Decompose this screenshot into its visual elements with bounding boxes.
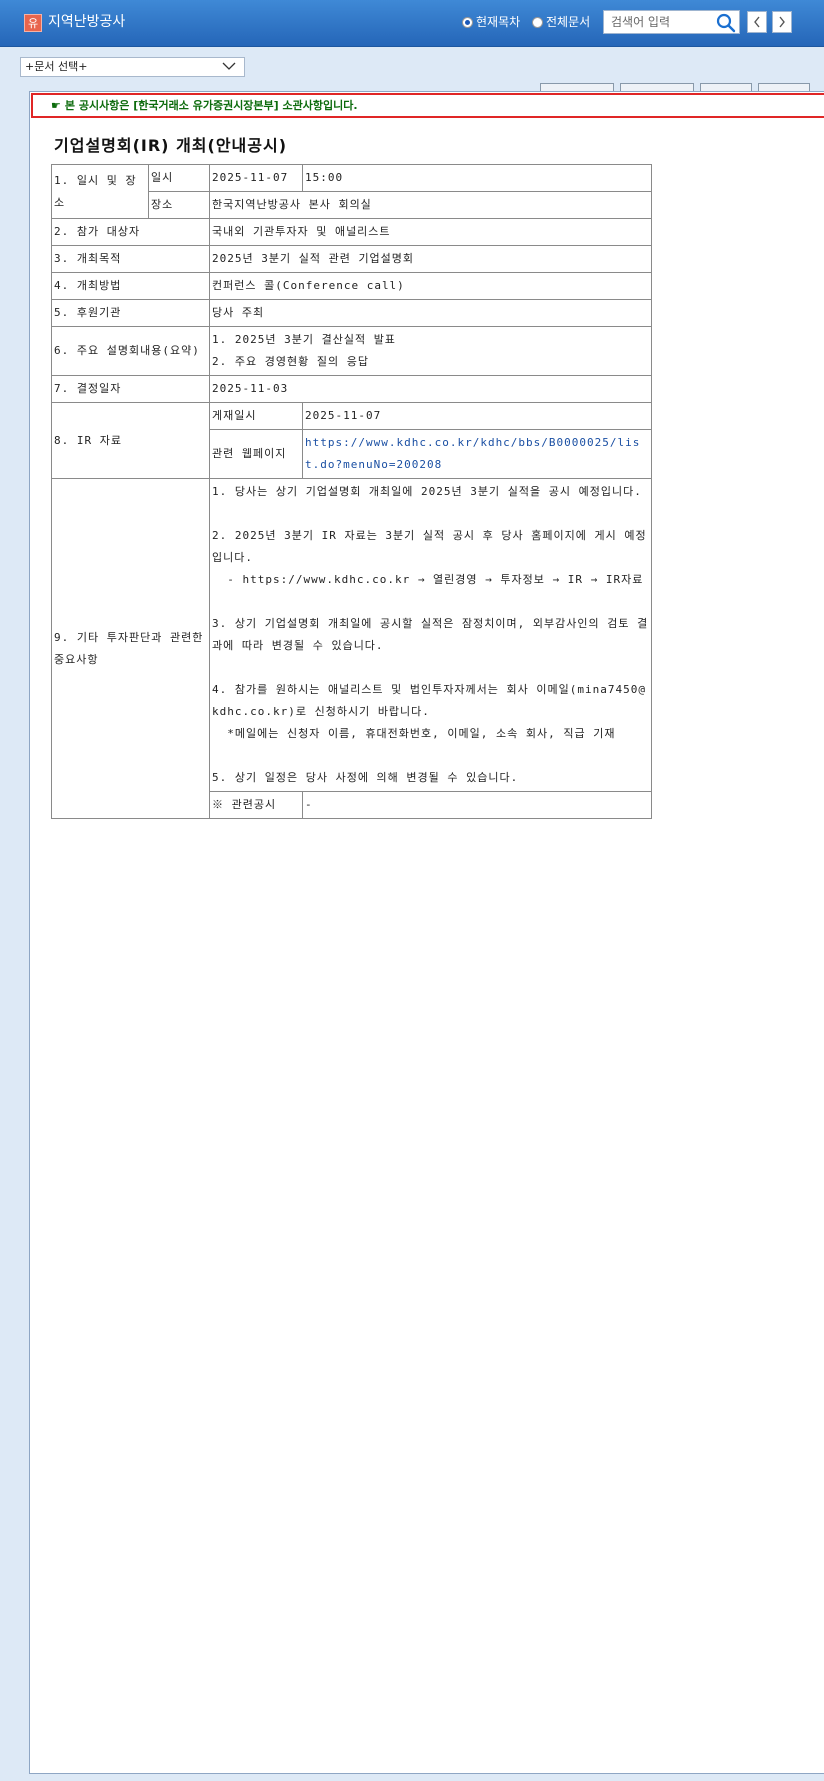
note-line: *메일에는 신청자 이름, 휴대전화번호, 이메일, 소속 회사, 직급 기재 [212, 727, 616, 740]
top-bar: 유 지역난방공사 현재목차 전체문서 [0, 0, 824, 47]
table-row: 4. 개최방법 컨퍼런스 콜(Conference call) [51, 272, 652, 300]
decision-date-value: 2025-11-03 [209, 375, 652, 403]
subrow-label-date: 일시 [148, 164, 210, 192]
note-line: 2. 2025년 3분기 IR 자료는 3분기 실적 공시 후 당사 홈페이지에… [212, 529, 647, 564]
row-label-purpose: 3. 개최목적 [51, 245, 210, 273]
note-line [212, 657, 649, 679]
note-line: 3. 상기 기업설명회 개최일에 공시할 실적은 잠정치이며, 외부감사인의 검… [212, 617, 649, 652]
related-value: - [302, 791, 652, 819]
note-line: 4. 참가를 원하시는 애널리스트 및 법인투자자께서는 회사 이메일(mina… [212, 683, 646, 718]
table-row: 6. 주요 설명회내용(요약) 1. 2025년 3분기 결산실적 발표 2. … [51, 326, 652, 376]
table-row: 2. 참가 대상자 국내외 기관투자자 및 애널리스트 [51, 218, 652, 246]
row-label-method: 4. 개최방법 [51, 272, 210, 300]
webpage-link-text[interactable]: https://www.kdhc.co.kr/kdhc/bbs/B0000025… [305, 436, 640, 471]
search-input[interactable] [604, 11, 716, 33]
table-row: 8. IR 자료 게재일시 2025-11-07 [51, 402, 652, 479]
subrow-label-place: 장소 [148, 191, 210, 219]
row-label-summary: 6. 주요 설명회내용(요약) [51, 326, 210, 376]
summary-line: 1. 2025년 3분기 결산실적 발표 [212, 333, 396, 346]
sponsor-value: 당사 주최 [209, 299, 652, 327]
pointing-hand-icon: ☛ [51, 99, 61, 112]
summary-value: 1. 2025년 3분기 결산실적 발표 2. 주요 경영현황 질의 응답 [209, 326, 652, 376]
subrow-label-webpage: 관련 웹페이지 [209, 429, 303, 479]
prev-result-button[interactable] [747, 11, 767, 33]
place-value: 한국지역난방공사 본사 회의실 [209, 191, 652, 219]
table-row: 1. 일시 및 장소 일시 2025-11-07 15:00 [51, 164, 652, 219]
radio-all-docs-label: 전체문서 [546, 15, 591, 29]
table-row: 9. 기타 투자판단과 관련한 중요사항 1. 당사는 상기 기업설명회 개최일… [51, 478, 652, 819]
post-date-value: 2025-11-07 [302, 402, 652, 430]
note-line: 5. 상기 일정은 당사 사정에 의해 변경될 수 있습니다. [212, 771, 519, 784]
chevron-right-icon [779, 16, 785, 28]
row-label-other-matters: 9. 기타 투자판단과 관련한 중요사항 [51, 478, 210, 819]
table-row: 5. 후원기관 당사 주최 [51, 299, 652, 327]
note-line: 1. 당사는 상기 기업설명회 개최일에 2025년 3분기 실적을 공시 예정… [212, 485, 642, 498]
summary-line: 2. 주요 경영현황 질의 응답 [212, 355, 369, 368]
date-value: 2025-11-07 [209, 164, 303, 192]
subrow-label-post-date: 게재일시 [209, 402, 303, 430]
note-line [212, 745, 649, 767]
subrow-label-related: ※ 관련공시 [209, 791, 303, 819]
page-title: 기업설명회(IR) 개최(안내공시) [54, 136, 288, 155]
hidden-toolbar-tabs [540, 83, 810, 92]
note-line [212, 503, 649, 525]
method-value: 컨퍼런스 콜(Conference call) [209, 272, 652, 300]
document-select[interactable]: +문서 선택+ [20, 57, 245, 77]
jurisdiction-notice: ☛ 본 공시사항은 [한국거래소 유가증권시장본부] 소관사항입니다. [31, 93, 824, 118]
row-label-datetime-place: 1. 일시 및 장소 [51, 164, 149, 219]
search-box [603, 10, 740, 34]
participants-value: 국내외 기관투자자 및 애널리스트 [209, 218, 652, 246]
note-line: - https://www.kdhc.co.kr → 열린경영 → 투자정보 →… [212, 573, 644, 586]
chevron-down-icon [222, 62, 236, 70]
note-line [212, 591, 649, 613]
other-matters-value: 1. 당사는 상기 기업설명회 개최일에 2025년 3분기 실적을 공시 예정… [209, 478, 652, 792]
row-label-participants: 2. 참가 대상자 [51, 218, 210, 246]
row-label-sponsor: 5. 후원기관 [51, 299, 210, 327]
search-icon[interactable] [716, 13, 736, 33]
radio-unselected-icon[interactable] [532, 16, 543, 28]
time-value: 15:00 [302, 164, 652, 192]
radio-selected-icon[interactable] [462, 16, 473, 28]
chevron-left-icon [754, 16, 760, 28]
company-name: 지역난방공사 [48, 14, 126, 30]
disclosure-table: 1. 일시 및 장소 일시 2025-11-07 15:00 장소 한국지역난방… [51, 164, 652, 819]
radio-current-toc[interactable]: 현재목차 [462, 14, 520, 30]
webpage-link[interactable]: https://www.kdhc.co.kr/kdhc/bbs/B0000025… [302, 429, 652, 479]
radio-current-toc-label: 현재목차 [476, 15, 521, 29]
table-row: 3. 개최목적 2025년 3분기 실적 관련 기업설명회 [51, 245, 652, 273]
next-result-button[interactable] [772, 11, 792, 33]
notice-text: 본 공시사항은 [한국거래소 유가증권시장본부] 소관사항입니다. [64, 99, 358, 112]
purpose-value: 2025년 3분기 실적 관련 기업설명회 [209, 245, 652, 273]
document-select-label: +문서 선택+ [25, 60, 88, 73]
row-label-decision-date: 7. 결정일자 [51, 375, 210, 403]
row-label-ir-materials: 8. IR 자료 [51, 402, 210, 479]
company-logo-icon: 유 [24, 14, 42, 32]
table-row: 7. 결정일자 2025-11-03 [51, 375, 652, 403]
radio-all-docs[interactable]: 전체문서 [532, 14, 590, 30]
